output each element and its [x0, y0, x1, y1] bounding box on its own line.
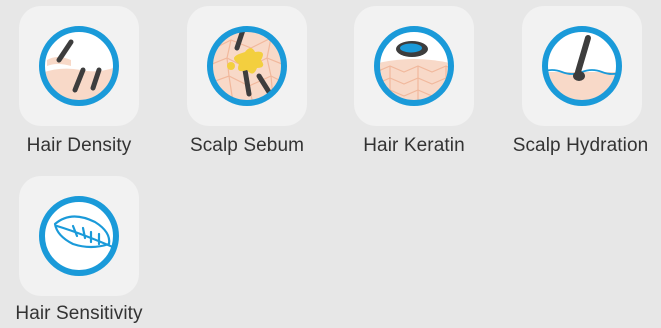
scalp-sebum-icon [207, 26, 287, 106]
hair-sensitivity-label: Hair Sensitivity [15, 303, 143, 324]
hair-keratin-label: Hair Keratin [363, 135, 465, 156]
scalp-hydration-label: Scalp Hydration [512, 135, 649, 156]
scalp-sebum-label: Scalp Sebum [189, 135, 305, 156]
hair-keratin-button[interactable] [354, 6, 474, 126]
hair-density-label: Hair Density [26, 135, 132, 156]
hair-sensitivity-button[interactable] [19, 176, 139, 296]
hair-density-icon [39, 26, 119, 106]
hair-keratin-icon [374, 26, 454, 106]
scalp-hydration-icon [542, 26, 622, 106]
scalp-hydration-button[interactable] [522, 6, 642, 126]
hair-sensitivity-icon [39, 196, 119, 276]
hair-density-button[interactable] [19, 6, 139, 126]
scalp-sebum-button[interactable] [187, 6, 307, 126]
